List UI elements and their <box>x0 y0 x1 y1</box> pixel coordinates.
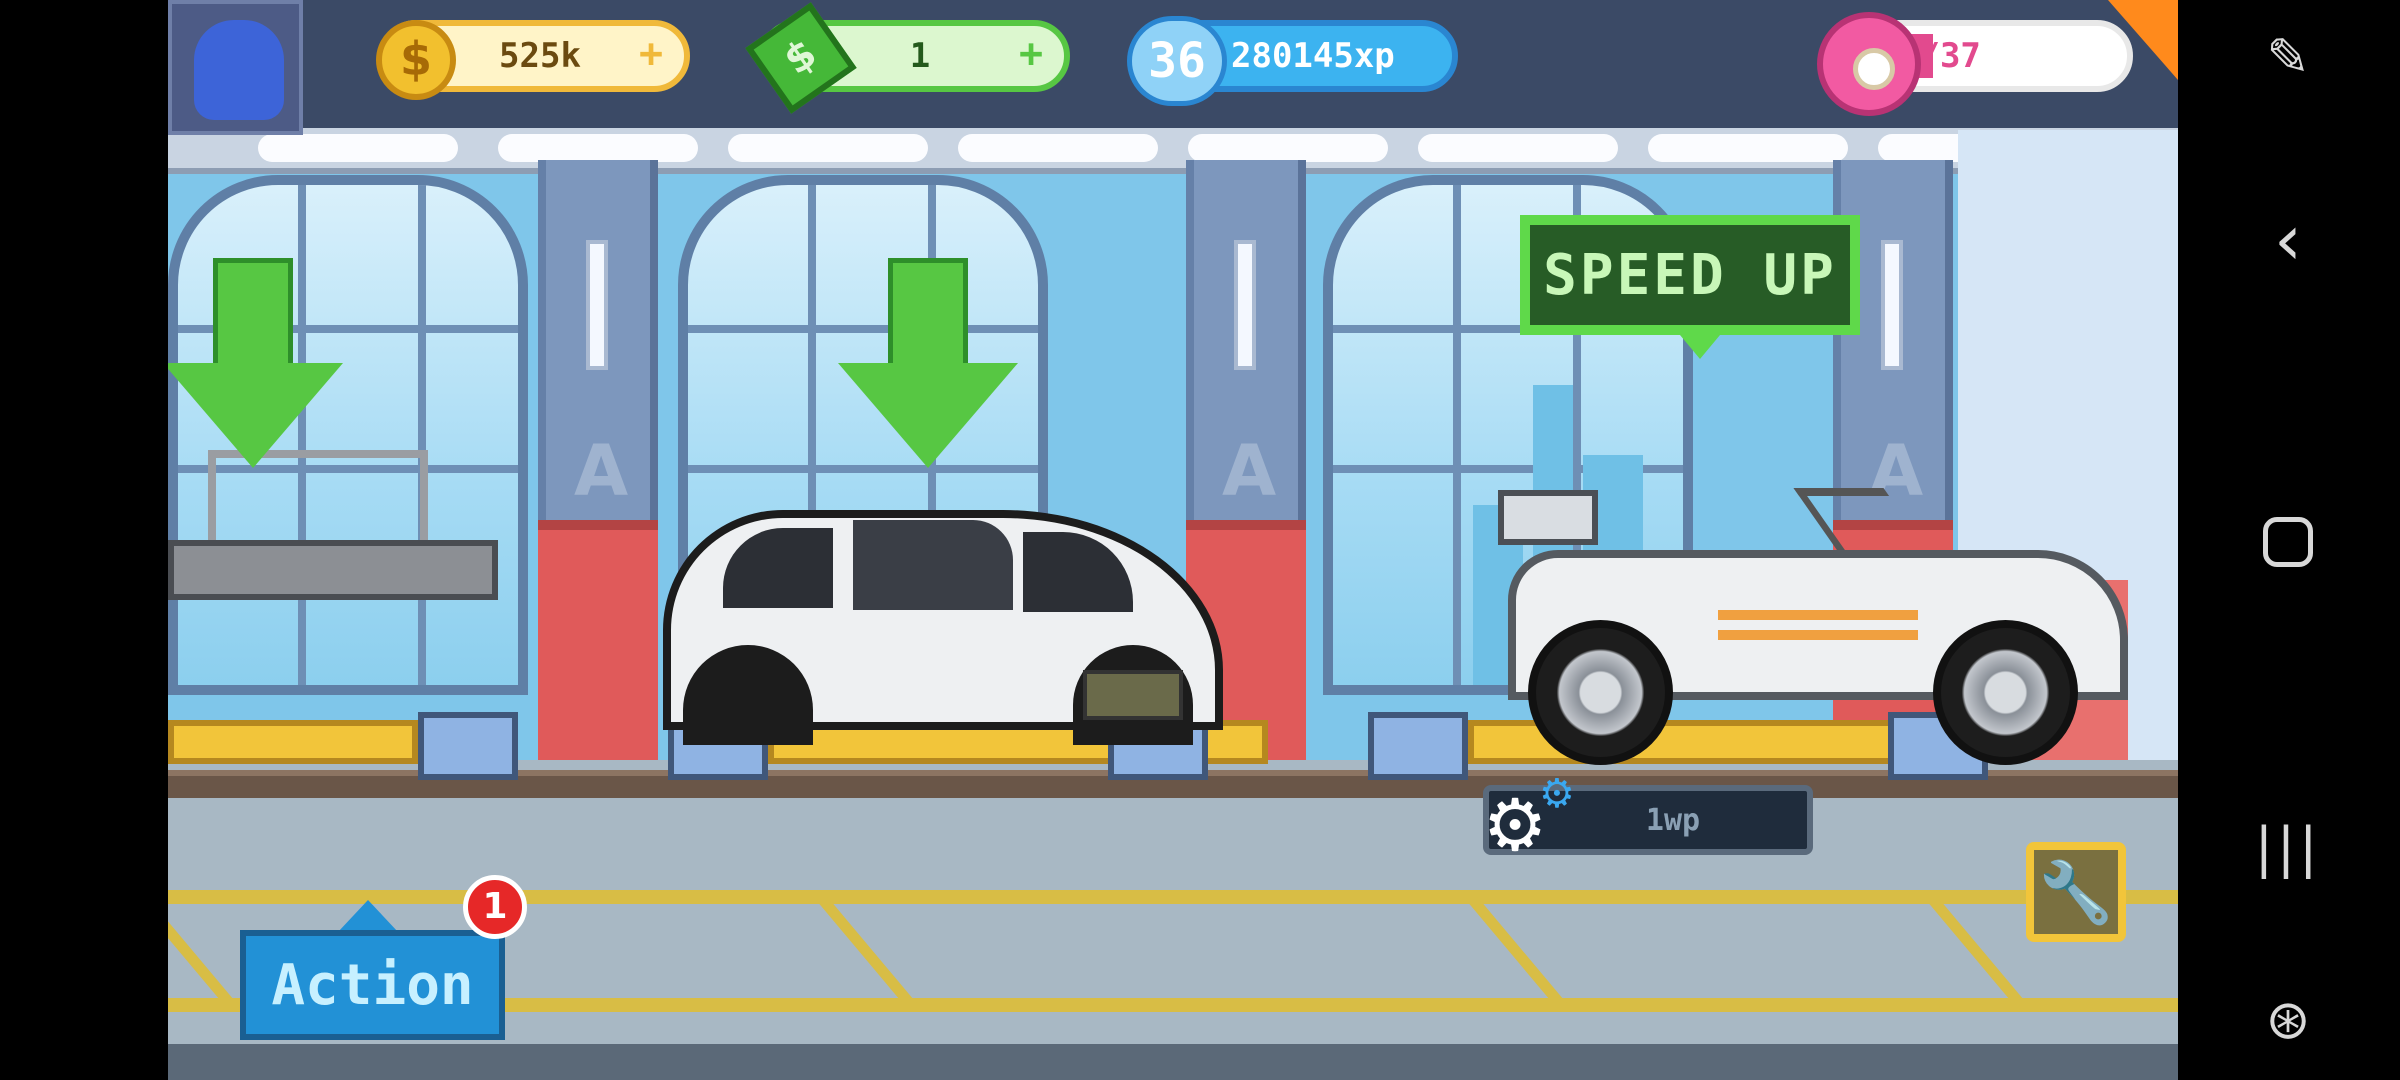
coins-counter[interactable]: $ 525k + <box>376 20 690 100</box>
work-points-bar[interactable]: ⚙ ⚙ 1wp <box>1483 771 1813 863</box>
small-gear-icon: ⚙ <box>1539 771 1575 817</box>
add-cash-button[interactable]: + <box>1014 34 1048 74</box>
wrench-button[interactable]: 🔧 <box>2026 842 2126 942</box>
recent-apps-icon[interactable]: ||| <box>2248 808 2328 888</box>
wrench-icon: 🔧 <box>2038 857 2114 928</box>
engine-part-icon <box>1083 670 1183 720</box>
game-viewport[interactable]: A A A SPEED UP ⚙ ⚙ 1wp 🔧 Action 1 $ 525k… <box>168 0 2178 1080</box>
dollar-coin-icon: $ <box>376 20 456 100</box>
action-button[interactable]: Action <box>240 930 505 1040</box>
back-chevron-icon[interactable]: ‹ <box>2248 200 2328 280</box>
arrow-down-icon[interactable] <box>838 258 1018 468</box>
car-convertible-station-3[interactable] <box>1318 480 2148 765</box>
conveyor-belt <box>168 720 418 764</box>
wheel-icon <box>1933 620 2078 765</box>
mascot-icon <box>194 20 284 120</box>
speed-up-button[interactable]: SPEED UP <box>1520 215 1860 359</box>
cash-counter[interactable]: $ 1 + <box>745 2 1070 114</box>
donut-counter[interactable]: 5/37 <box>1817 12 2133 116</box>
conveyor-cart <box>418 712 518 780</box>
corner-ribbon <box>2108 0 2178 80</box>
action-label: Action <box>271 952 474 1018</box>
action-tab-arrow <box>338 900 398 932</box>
wheel-icon <box>1528 620 1673 765</box>
notification-badge: 1 <box>463 875 527 939</box>
speed-up-label: SPEED UP <box>1543 242 1837 308</box>
level-badge: 36 <box>1127 16 1227 106</box>
floor-edge <box>168 1044 2178 1080</box>
player-avatar[interactable] <box>168 0 303 135</box>
system-nav-bar: ✎ ‹ ||| ⊛ <box>2178 0 2400 1080</box>
game-controller-icon[interactable]: ⊛ <box>2248 980 2328 1060</box>
arrow-down-icon[interactable] <box>168 258 343 468</box>
car-body-station-2[interactable] <box>663 470 1233 755</box>
garage-pillar: A <box>538 160 658 760</box>
add-coins-button[interactable]: + <box>634 34 668 74</box>
home-square-icon[interactable] <box>2248 505 2328 585</box>
screenshot-edit-icon[interactable]: ✎ <box>2248 18 2328 98</box>
xp-counter[interactable]: 36 280145xp <box>1127 16 1458 106</box>
donut-icon <box>1817 12 1921 116</box>
engine-hoist-icon <box>1498 490 1598 545</box>
